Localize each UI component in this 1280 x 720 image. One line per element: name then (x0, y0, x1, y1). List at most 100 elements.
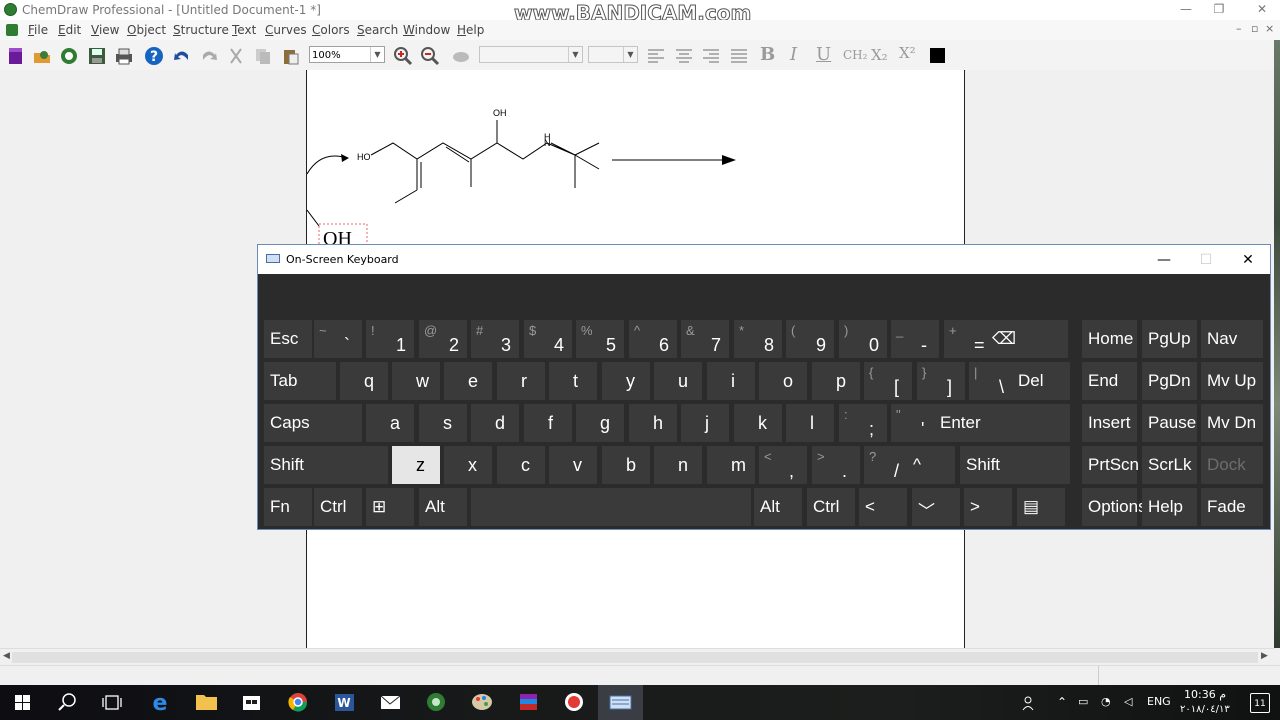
on-screen-keyboard-taskbar-icon[interactable] (598, 685, 643, 720)
scroll-track[interactable] (12, 652, 1258, 663)
osk-key-r3-13-insert[interactable]: Insert (1082, 404, 1137, 442)
osk-key-r1-3-2[interactable]: @2 (419, 320, 467, 358)
osk-key-r2-11-k11[interactable]: {[ (864, 362, 912, 400)
menu-curves[interactable]: Curves (265, 23, 307, 37)
osk-key-r3-14-pause[interactable]: Pause (1142, 404, 1197, 442)
font-size-select[interactable]: ▼ (588, 46, 638, 63)
osk-key-r5-4-space[interactable] (471, 488, 751, 526)
open-file-icon[interactable] (32, 46, 52, 66)
osk-key-r2-7-u[interactable]: u (654, 362, 702, 400)
undo-icon[interactable] (172, 46, 192, 66)
osk-key-r5-5-alt[interactable]: Alt (754, 488, 802, 526)
osk-key-r4-7-m[interactable]: m (707, 446, 755, 484)
osk-key-r1-8-7[interactable]: & 7 (681, 320, 729, 358)
osk-key-r5-2-k2[interactable]: ⊞ (366, 488, 414, 526)
winrar-icon[interactable] (506, 685, 551, 720)
new-document-icon[interactable] (6, 46, 26, 66)
osk-key-r2-14-del[interactable]: Del (1012, 362, 1070, 400)
menu-file[interactable]: File (28, 23, 48, 37)
wifi-icon[interactable]: ◔ (1101, 695, 1111, 708)
osk-key-r3-10-k10[interactable]: :; (839, 404, 887, 442)
print-icon[interactable] (114, 46, 134, 66)
notification-center-icon[interactable]: 11 (1250, 693, 1270, 713)
osk-key-r5-11-options[interactable]: Options (1082, 488, 1147, 526)
zoom-dropdown-icon[interactable]: ▼ (370, 47, 384, 62)
osk-key-r2-0-tab[interactable]: Tab (264, 362, 336, 400)
osk-key-r3-0-caps[interactable]: Caps (264, 404, 362, 442)
chemdraw-taskbar-icon[interactable] (414, 685, 459, 720)
start-windows-icon[interactable] (0, 685, 45, 720)
size-dropdown-icon[interactable]: ▼ (623, 47, 637, 62)
font-dropdown-icon[interactable]: ▼ (568, 47, 582, 62)
osk-key-r1-15-home[interactable]: Home (1082, 320, 1137, 358)
help-icon[interactable]: ? (144, 46, 164, 66)
horizontal-scrollbar[interactable]: ◀ ▶ (0, 648, 1274, 666)
osk-key-r4-10-k10[interactable]: ? / (864, 446, 912, 484)
osk-key-r4-9-k9[interactable]: >. (812, 446, 860, 484)
osk-key-r5-12-help[interactable]: Help (1142, 488, 1197, 526)
close-button[interactable]: ✕ (1244, 0, 1280, 20)
menu-edit[interactable]: Edit (58, 23, 81, 37)
on-screen-keyboard-window[interactable]: On-Screen Keyboard — ☐ ✕ Esc ~ `! 1 @2 #3 $4% 5… (257, 244, 1271, 530)
scroll-left-icon[interactable]: ◀ (3, 651, 10, 661)
zoom-in-icon[interactable] (393, 46, 413, 66)
osk-key-r4-8-k8[interactable]: <, (759, 446, 807, 484)
osk-key-r4-4-v[interactable]: v (549, 446, 597, 484)
osk-key-r3-8-k[interactable]: k (734, 404, 782, 442)
osk-key-r5-7-k7[interactable]: < (859, 488, 907, 526)
osk-key-r5-10-k10[interactable]: ▤ (1017, 488, 1065, 526)
osk-key-r1-1-k1[interactable]: ~ ` (314, 320, 362, 358)
atom-label-nh-n[interactable]: N (544, 138, 551, 148)
osk-key-r3-1-a[interactable]: a (366, 404, 414, 442)
mail-icon[interactable] (368, 685, 413, 720)
file-explorer-icon[interactable] (184, 685, 229, 720)
chrome-icon[interactable] (276, 685, 321, 720)
edge-browser-icon[interactable]: e (138, 685, 183, 720)
save-icon[interactable] (87, 46, 107, 66)
osk-key-r2-17-mvup[interactable]: Mv Up (1201, 362, 1263, 400)
clock-date[interactable]: ٢٠١٨/٠٤/١٣ (1180, 704, 1230, 715)
scroll-right-icon[interactable]: ▶ (1261, 651, 1268, 661)
zoom-out-icon[interactable] (420, 46, 440, 66)
osk-key-r1-4-3[interactable]: #3 (471, 320, 519, 358)
osk-key-r1-17-nav[interactable]: Nav (1201, 320, 1263, 358)
osk-key-r5-13-fade[interactable]: Fade (1201, 488, 1263, 526)
osk-key-r2-6-y[interactable]: y (602, 362, 650, 400)
osk-key-r4-5-b[interactable]: b (602, 446, 650, 484)
osk-key-r2-8-i[interactable]: i (707, 362, 755, 400)
osk-key-r3-15-mvdn[interactable]: Mv Dn (1201, 404, 1263, 442)
minimize-button[interactable]: — (1168, 0, 1204, 20)
osk-key-r4-11-k11[interactable]: ^ (907, 446, 955, 484)
chemdraw-app-icon[interactable] (4, 3, 17, 16)
menu-search[interactable]: Search (357, 23, 398, 37)
osk-key-r1-0-esc[interactable]: Esc (264, 320, 312, 358)
font-select[interactable]: ▼ (479, 46, 583, 63)
maximize-button[interactable]: ❐ (1201, 0, 1237, 20)
menu-window[interactable]: Window (403, 23, 450, 37)
atom-label-ho[interactable]: HO (357, 152, 371, 162)
zoom-select[interactable]: 100% ▼ (309, 46, 385, 63)
people-icon[interactable] (1020, 694, 1038, 712)
mdi-close-button[interactable]: × (1265, 22, 1274, 35)
osk-key-r3-6-h[interactable]: h (629, 404, 677, 442)
menu-structure[interactable]: Structure (173, 23, 229, 37)
osk-key-r2-10-p[interactable]: p (812, 362, 860, 400)
osk-key-r1-12-k12[interactable]: _ - (891, 320, 939, 358)
osk-key-r1-10-9[interactable]: (9 (786, 320, 834, 358)
osk-key-r2-1-q[interactable]: q (340, 362, 388, 400)
osk-key-r4-1-z[interactable]: z (392, 446, 440, 484)
osk-key-r4-12-shift[interactable]: Shift (960, 446, 1070, 484)
menu-text[interactable]: Text (232, 23, 256, 37)
language-indicator[interactable]: ENG (1147, 695, 1171, 708)
text-color-swatch[interactable] (930, 48, 945, 63)
osk-key-r3-2-s[interactable]: s (419, 404, 467, 442)
osk-key-r4-3-c[interactable]: c (497, 446, 545, 484)
osk-key-r2-12-k12[interactable]: }] (917, 362, 965, 400)
paint-icon[interactable] (460, 685, 505, 720)
osk-key-r3-5-g[interactable]: g (576, 404, 624, 442)
osk-key-r4-6-n[interactable]: n (654, 446, 702, 484)
osk-key-r5-3-alt[interactable]: Alt (419, 488, 467, 526)
osk-key-r1-11-0[interactable]: ) 0 (839, 320, 887, 358)
osk-key-r1-9-8[interactable]: * 8 (734, 320, 782, 358)
osk-key-r2-3-e[interactable]: e (444, 362, 492, 400)
